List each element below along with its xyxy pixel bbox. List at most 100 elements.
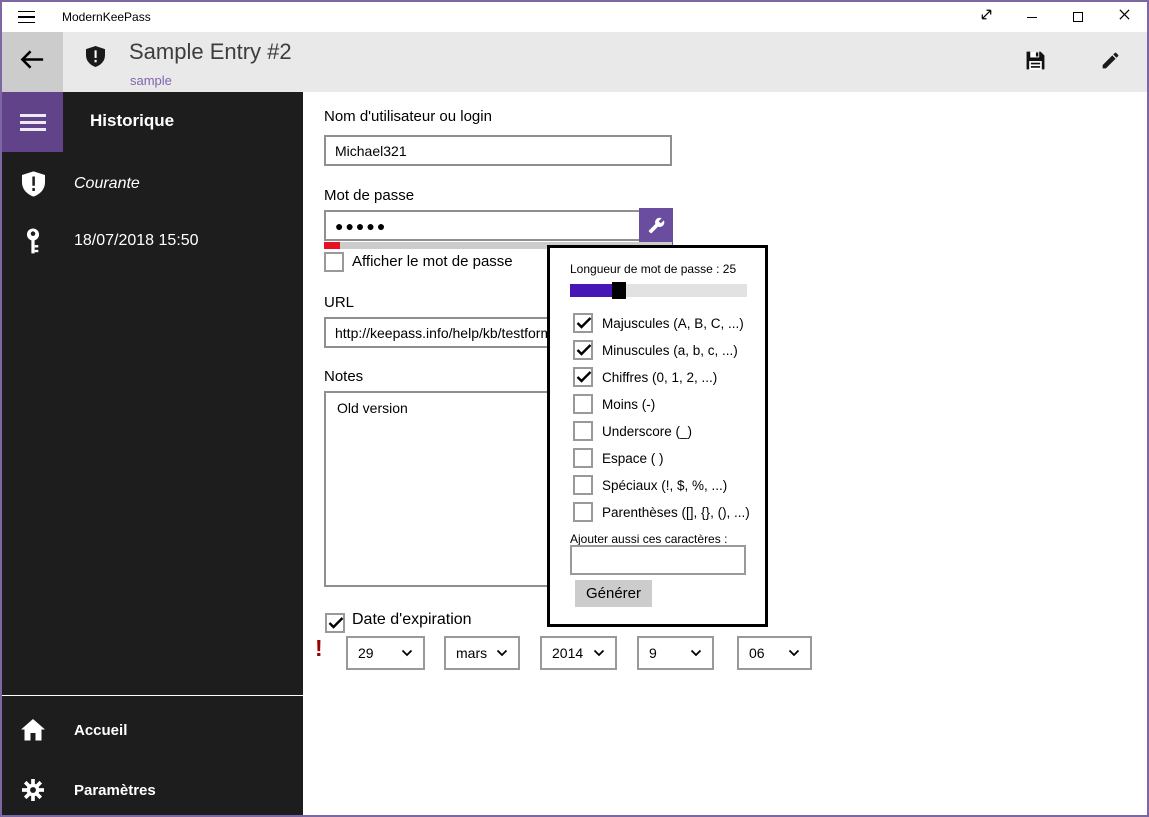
close-icon [1118, 8, 1131, 26]
save-button[interactable] [1011, 38, 1059, 86]
titlebar-hamburger-icon[interactable] [18, 11, 35, 23]
password-length-slider[interactable] [570, 282, 747, 299]
page-subtitle: sample [130, 73, 172, 88]
edit-button[interactable] [1086, 38, 1134, 86]
year-value: 2014 [552, 645, 584, 661]
option-label: Majuscules (A, B, C, ...) [602, 315, 744, 331]
option-lowercase[interactable]: Minuscules (a, b, c, ...) [573, 339, 738, 361]
sidebar-item-label: Paramètres [74, 781, 156, 799]
checkbox [573, 448, 593, 468]
option-minus[interactable]: Moins (-) [573, 393, 655, 415]
option-underscore[interactable]: Underscore (_) [573, 420, 692, 442]
titlebar: ModernKeePass [2, 2, 1147, 32]
entry-header: Sample Entry #2 sample [2, 32, 1147, 92]
username-label: Nom d'utilisateur ou login [324, 108, 492, 125]
show-password-checkbox[interactable] [324, 252, 344, 272]
password-label: Mot de passe [324, 187, 415, 204]
password-input[interactable] [324, 210, 672, 241]
checkmark-icon [576, 316, 592, 335]
slider-thumb[interactable] [612, 282, 626, 299]
username-input[interactable] [324, 135, 672, 166]
fullscreen-button[interactable] [963, 2, 1009, 32]
window-controls [963, 2, 1147, 32]
chevron-down-icon [788, 649, 800, 657]
sidebar-item-settings[interactable]: Paramètres [2, 768, 303, 812]
chevron-down-icon [690, 649, 702, 657]
chevron-down-icon [593, 649, 605, 657]
option-label: Espace ( ) [602, 450, 664, 466]
show-password-label[interactable]: Afficher le mot de passe [352, 253, 513, 270]
app-title: ModernKeePass [62, 10, 151, 24]
gear-icon [18, 779, 48, 801]
sidebar-item-current-version[interactable]: Courante [2, 162, 303, 206]
option-uppercase[interactable]: Majuscules (A, B, C, ...) [573, 312, 744, 334]
sidebar-item-home[interactable]: Accueil [2, 708, 303, 752]
history-sidebar: Historique Courante 18/07/2018 15:50 Acc… [2, 92, 303, 815]
checkbox [573, 475, 593, 495]
diagonal-resize-icon [979, 7, 994, 27]
password-strength-fill [324, 242, 340, 249]
option-brackets[interactable]: Parenthèses ([], {}, (), ...) [573, 501, 750, 523]
home-icon [18, 719, 48, 741]
close-button[interactable] [1101, 2, 1147, 32]
checkbox [573, 340, 593, 360]
minute-value: 06 [749, 645, 765, 661]
back-button[interactable] [2, 32, 63, 92]
minimize-icon [1027, 16, 1037, 18]
option-label: Minuscules (a, b, c, ...) [602, 342, 738, 358]
password-generator-button[interactable] [639, 208, 673, 245]
save-icon [1025, 50, 1046, 74]
generate-button[interactable]: Générer [575, 580, 652, 607]
sidebar-item-label: Accueil [74, 721, 128, 739]
chevron-down-icon [401, 649, 413, 657]
sidebar-item-label: Courante [74, 175, 140, 192]
checkmark-icon [576, 370, 592, 389]
password-length-label: Longueur de mot de passe : 25 [570, 262, 737, 276]
sidebar-item-history-entry[interactable]: 18/07/2018 15:50 [2, 219, 303, 263]
year-dropdown[interactable]: 2014 [540, 636, 617, 670]
sidebar-divider [2, 695, 303, 696]
month-dropdown[interactable]: mars [444, 636, 520, 670]
extra-chars-input[interactable] [570, 545, 746, 575]
minute-dropdown[interactable]: 06 [737, 636, 812, 670]
chevron-down-icon [496, 649, 508, 657]
sidebar-item-label: 18/07/2018 15:50 [74, 232, 199, 249]
option-label: Underscore (_) [602, 423, 693, 439]
slider-track [626, 284, 747, 297]
expired-warning-icon: ! [315, 635, 323, 661]
checkbox [573, 394, 593, 414]
option-label: Spéciaux (!, $, %, ...) [602, 477, 728, 493]
checkbox [573, 313, 593, 333]
minimize-button[interactable] [1009, 2, 1055, 32]
slider-fill [570, 284, 612, 297]
expiration-checkbox[interactable] [325, 613, 345, 633]
day-value: 29 [358, 645, 374, 661]
page-title: Sample Entry #2 [129, 39, 292, 64]
checkbox [573, 367, 593, 387]
url-label: URL [324, 294, 355, 311]
back-arrow-icon [19, 48, 46, 76]
hour-value: 9 [649, 645, 657, 661]
checkmark-icon [328, 616, 344, 635]
password-generator-popup: Longueur de mot de passe : 25 Majuscules… [547, 245, 768, 627]
notes-label: Notes [324, 368, 364, 385]
month-value: mars [456, 645, 488, 661]
option-space[interactable]: Espace ( ) [573, 447, 664, 469]
hour-dropdown[interactable]: 9 [637, 636, 714, 670]
maximize-button[interactable] [1055, 2, 1101, 32]
extra-chars-label: Ajouter aussi ces caractères : [570, 532, 728, 546]
maximize-icon [1073, 12, 1083, 22]
pencil-icon [1100, 50, 1121, 74]
option-label: Parenthèses ([], {}, (), ...) [602, 504, 750, 520]
option-label: Moins (-) [602, 396, 656, 412]
nav-menu-button[interactable] [2, 92, 63, 152]
option-label: Chiffres (0, 1, 2, ...) [602, 369, 718, 385]
day-dropdown[interactable]: 29 [346, 636, 425, 670]
option-digits[interactable]: Chiffres (0, 1, 2, ...) [573, 366, 717, 388]
expiration-label[interactable]: Date d'expiration [352, 611, 472, 629]
sidebar-title: Historique [90, 111, 175, 130]
option-special[interactable]: Spéciaux (!, $, %, ...) [573, 474, 727, 496]
hamburger-icon [19, 113, 46, 131]
shield-exclamation-icon [18, 171, 48, 197]
checkbox [573, 421, 593, 441]
